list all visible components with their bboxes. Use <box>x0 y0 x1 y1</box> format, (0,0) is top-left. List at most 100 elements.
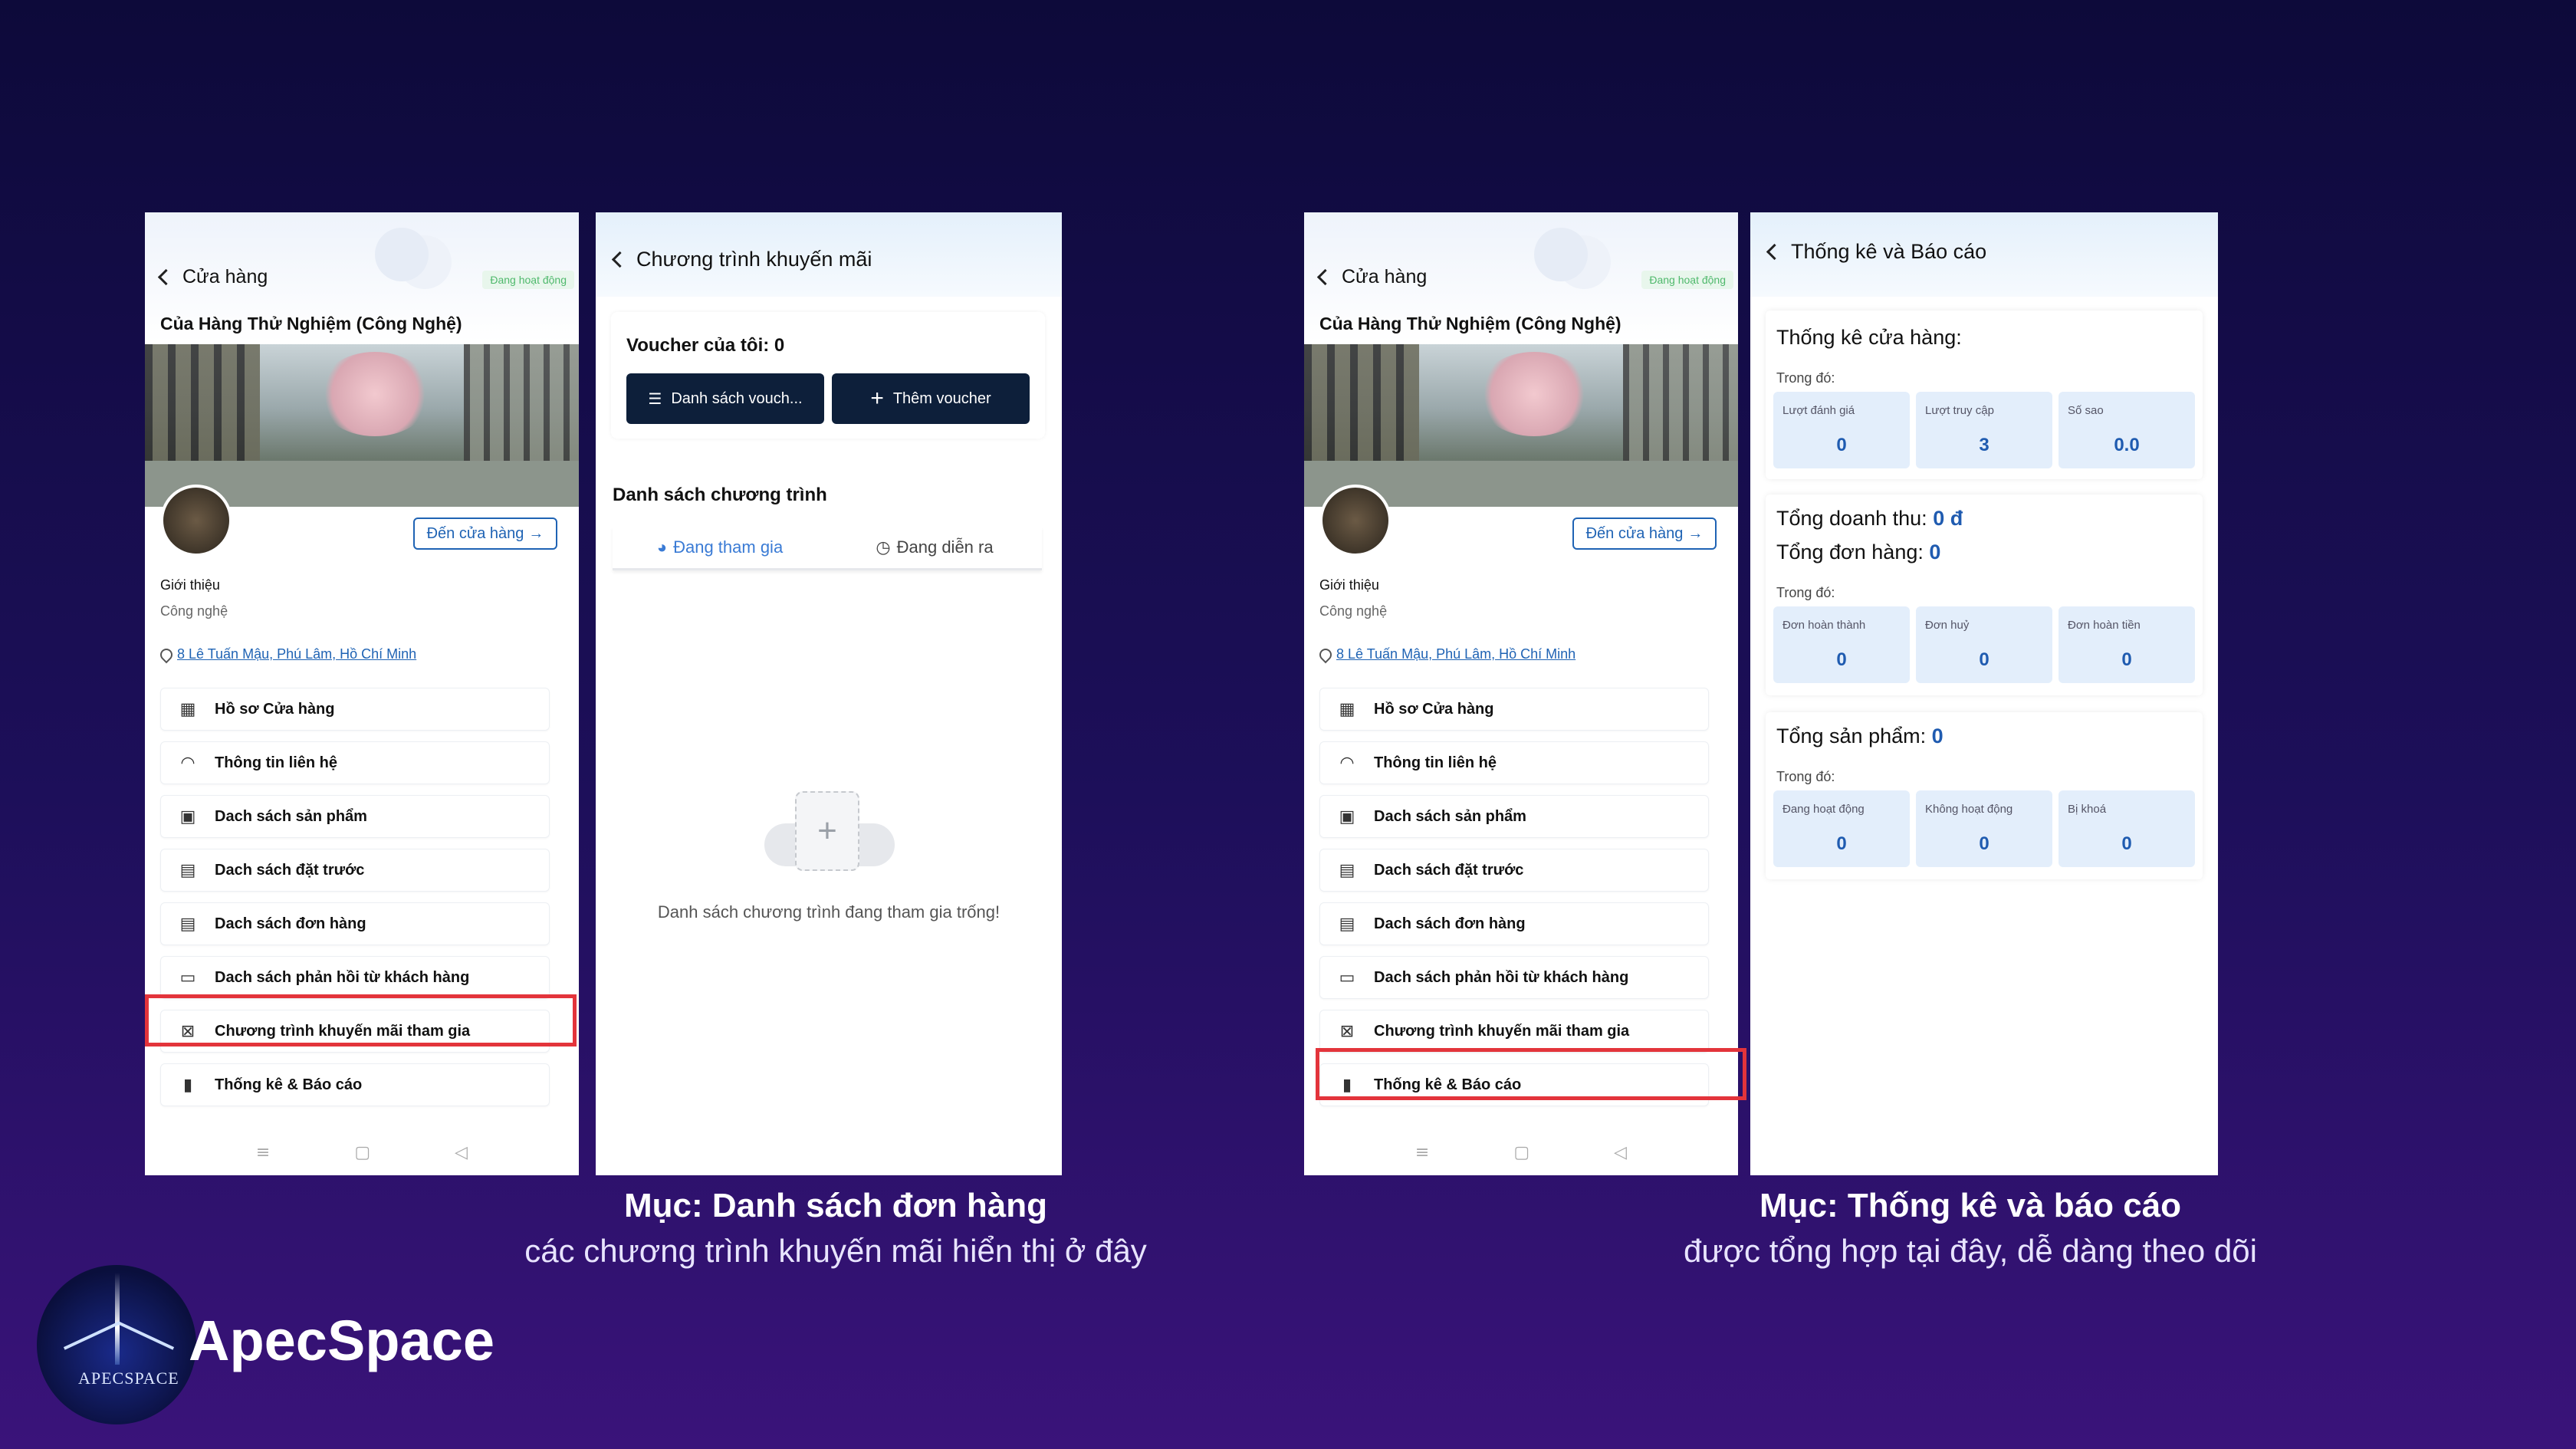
add-voucher-button[interactable]: + Thêm voucher <box>832 373 1030 424</box>
stat-value: 0 <box>1836 833 1847 854</box>
menu-item-promotions[interactable]: ⊠ Chương trình khuyến mãi tham gia <box>1319 1010 1709 1053</box>
menu-label: Hồ sơ Cửa hàng <box>215 700 335 718</box>
stat-box-stars: Số sao 0.0 <box>2058 392 2195 468</box>
menu-label: Dach sách đặt trước <box>215 861 365 879</box>
stat-label: Số sao <box>2068 404 2104 417</box>
feedback-icon: ▭ <box>179 968 196 987</box>
add-voucher-label: Thêm voucher <box>892 389 991 407</box>
logo-star-icon <box>115 1273 120 1365</box>
tab-joined[interactable]: ◕ Đang tham gia <box>613 527 827 568</box>
stat-value: 0 <box>2121 649 2132 670</box>
highlight-stats <box>1316 1048 1746 1100</box>
stat-box-active: Đang hoạt động 0 <box>1773 790 1910 867</box>
address-link[interactable]: 8 Lê Tuấn Mậu, Phú Lâm, Hồ Chí Minh <box>1316 646 1576 663</box>
menu-label: Dach sách sản phẩm <box>1374 807 1526 825</box>
menu-label: Dach sách phản hồi từ khách hàng <box>215 968 470 986</box>
menu-item-preorders[interactable]: ▤ Dach sách đặt trước <box>160 849 550 892</box>
avatar[interactable] <box>1319 485 1392 557</box>
menu-label: Chương trình khuyến mãi tham gia <box>1374 1022 1630 1040</box>
program-list-heading: Danh sách chương trình <box>613 485 827 505</box>
promo-back-button[interactable]: Chương trình khuyến mãi <box>611 248 872 271</box>
menu-nav-icon[interactable]: ≡ <box>256 1143 270 1162</box>
home-nav-icon[interactable]: ▢ <box>1513 1143 1530 1162</box>
highlight-promotions <box>145 994 577 1046</box>
menu-item-profile[interactable]: ▦ Hồ sơ Cửa hàng <box>160 688 550 731</box>
goto-store-button[interactable]: Đến cửa hàng → <box>1572 518 1717 550</box>
preorder-icon: ▤ <box>179 860 196 880</box>
menu-label: Dach sách đặt trước <box>1374 861 1524 879</box>
address-text: 8 Lê Tuấn Mậu, Phú Lâm, Hồ Chí Minh <box>177 646 417 662</box>
stats-back-button[interactable]: Thống kê và Báo cáo <box>1766 240 1986 264</box>
product-icon: ▣ <box>1339 807 1355 826</box>
brand-name: ApecSpace <box>189 1309 495 1372</box>
stat-label: Lượt đánh giá <box>1783 404 1855 417</box>
tab-ongoing[interactable]: ◷ Đang diễn ra <box>827 527 1042 568</box>
stat-box-locked: Bị khoá 0 <box>2058 790 2195 867</box>
store-stats-card: Thống kê cửa hàng: Trong đó: Lượt đánh g… <box>1766 310 2203 479</box>
menu-item-profile[interactable]: ▦ Hồ sơ Cửa hàng <box>1319 688 1709 731</box>
menu-item-feedback[interactable]: ▭ Dach sách phản hồi từ khách hàng <box>1319 956 1709 999</box>
voucher-list-button[interactable]: ☰ Danh sách vouch... <box>626 373 824 424</box>
store-stats-heading: Thống kê cửa hàng: <box>1776 326 1962 349</box>
back-button[interactable]: Cửa hàng <box>157 266 268 288</box>
back-icon <box>1766 243 1783 261</box>
headset-icon: ◠ <box>180 753 196 773</box>
orders-value: 0 <box>1929 540 1941 564</box>
back-icon <box>1316 268 1334 286</box>
back-nav-icon[interactable]: ◁ <box>455 1143 468 1162</box>
revenue-line: Tổng doanh thu: 0 đ <box>1776 507 1963 531</box>
stat-label: Lượt truy cập <box>1925 404 1994 417</box>
menu-item-contact[interactable]: ◠ Thông tin liên hệ <box>1319 741 1709 784</box>
menu-item-feedback[interactable]: ▭ Dach sách phản hồi từ khách hàng <box>160 956 550 999</box>
moon-decoration <box>1534 228 1588 281</box>
promo-title: Chương trình khuyến mãi <box>636 248 872 271</box>
menu-item-contact[interactable]: ◠ Thông tin liên hệ <box>160 741 550 784</box>
list-icon: ☰ <box>648 390 662 408</box>
address-text: 8 Lê Tuấn Mậu, Phú Lâm, Hồ Chí Minh <box>1336 646 1576 662</box>
clock-icon: ◷ <box>876 537 891 557</box>
store-icon: ▦ <box>179 699 196 719</box>
caption-left-sub: các chương trình khuyến mãi hiển thị ở đ… <box>524 1233 1147 1269</box>
caption-right-title: Mục: Thống kê và báo cáo <box>1759 1187 2182 1224</box>
location-icon <box>1316 646 1335 663</box>
address-link[interactable]: 8 Lê Tuấn Mậu, Phú Lâm, Hồ Chí Minh <box>157 646 417 663</box>
back-button[interactable]: Cửa hàng <box>1316 266 1428 288</box>
menu-label: Dach sách sản phẩm <box>215 807 367 825</box>
products-label: Tổng sản phẩm: <box>1776 724 1927 748</box>
joined-icon: ◕ <box>656 537 668 557</box>
orders-line: Tổng đơn hàng: 0 <box>1776 540 1940 564</box>
back-label: Cửa hàng <box>182 266 268 288</box>
menu-item-stats[interactable]: ▮ Thống kê & Báo cáo <box>160 1063 550 1106</box>
products-value: 0 <box>1931 724 1944 748</box>
back-icon <box>157 268 175 286</box>
goto-store-button[interactable]: Đến cửa hàng → <box>413 518 557 550</box>
promotions-screen: Chương trình khuyến mãi Voucher của tôi:… <box>596 212 1062 1175</box>
plus-icon: + <box>870 386 884 411</box>
menu-label: Dach sách phản hồi từ khách hàng <box>1374 968 1629 986</box>
menu-item-products[interactable]: ▣ Dach sách sản phẩm <box>1319 795 1709 838</box>
home-nav-icon[interactable]: ▢ <box>354 1143 370 1162</box>
menu-nav-icon[interactable]: ≡ <box>1415 1143 1429 1162</box>
menu-item-products[interactable]: ▣ Dach sách sản phẩm <box>160 795 550 838</box>
chart-icon: ▮ <box>182 1075 193 1095</box>
menu-item-preorders[interactable]: ▤ Dach sách đặt trước <box>1319 849 1709 892</box>
menu-item-orders[interactable]: ▤ Dach sách đơn hàng <box>1319 902 1709 945</box>
menu-label: Hồ sơ Cửa hàng <box>1374 700 1494 718</box>
avatar[interactable] <box>160 485 232 557</box>
empty-message: Danh sách chương trình đang tham gia trố… <box>657 902 1001 922</box>
tab-ongoing-label: Đang diễn ra <box>896 537 994 557</box>
stat-value: 0 <box>1979 649 1990 670</box>
back-nav-icon[interactable]: ◁ <box>1614 1143 1627 1162</box>
stat-label: Đơn hoàn thành <box>1783 619 1866 632</box>
products-boxes: Đang hoạt động 0 Không hoạt động 0 Bị khoá… <box>1773 790 2195 867</box>
stat-label: Đơn huỷ <box>1925 619 1970 632</box>
tab-joined-label: Đang tham gia <box>673 537 784 557</box>
cover-image <box>145 344 579 507</box>
arrow-right-icon: → <box>1687 524 1704 542</box>
menu-item-orders[interactable]: ▤ Dach sách đơn hàng <box>160 902 550 945</box>
stat-box-inactive: Không hoạt động 0 <box>1916 790 2052 867</box>
store-stats-sub: Trong đó: <box>1776 370 1835 386</box>
back-label: Cửa hàng <box>1342 266 1428 288</box>
arrow-right-icon: → <box>528 524 544 542</box>
order-icon: ▤ <box>1339 914 1355 934</box>
